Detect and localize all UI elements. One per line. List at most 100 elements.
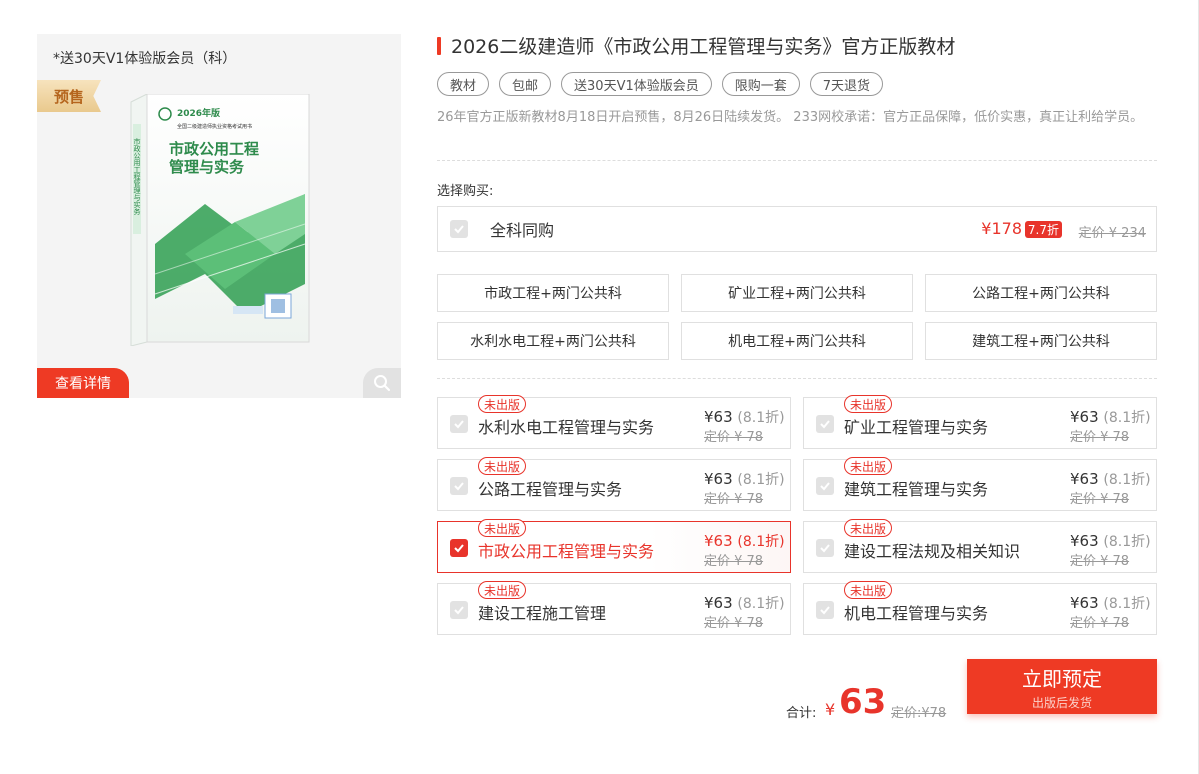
tag: 限购一套 [721,72,800,96]
discount-badge: 7.7折 [1024,221,1062,238]
book-cover-image: 市政公用工程管理与实务 2026年版 全国二级建造师执业资格考试用书 市政公用工… [130,94,310,346]
reserve-button-sublabel: 出版后发货 [1031,695,1092,710]
product-title: 2026二级建造师《市政公用工程管理与实务》官方正版教材 [451,36,956,58]
choose-label: 选择购买: [437,184,494,199]
subject-price: ¥63 (8.1折) [1070,470,1151,488]
unpublished-badge: 未出版 [478,457,527,475]
subject-original-price: 定价 ¥ 78 [1070,492,1130,507]
reserve-now-button[interactable]: 立即预定 出版后发货 [967,659,1157,714]
combo-option[interactable]: 建筑工程+两门公共科 [925,322,1157,360]
checkbox[interactable] [450,415,468,433]
title-accent-bar [437,37,441,55]
tag: 送30天V1体验版会员 [561,72,712,96]
subject-price: ¥63 (8.1折) [704,408,785,426]
presale-badge: 预售 [37,80,101,112]
subject-original-price: 定价 ¥ 78 [1070,616,1130,631]
check-icon [454,225,464,234]
subject-name: 公路工程管理与实务 [478,480,623,499]
combo-option[interactable]: 公路工程+两门公共科 [925,274,1157,312]
zoom-button[interactable] [363,368,401,398]
unpublished-badge: 未出版 [478,395,527,413]
unpublished-badge: 未出版 [478,581,527,599]
subject-original-price: 定价 ¥ 78 [704,492,764,507]
checkbox[interactable] [816,477,834,495]
subject-option[interactable]: 未出版 建设工程施工管理 ¥63 (8.1折) 定价 ¥ 78 [437,581,791,635]
reserve-button-label: 立即预定 [1022,666,1102,691]
total-label: 合计: [786,706,817,721]
tag: 7天退货 [809,72,884,96]
divider [437,160,1157,161]
subject-name: 市政公用工程管理与实务 [478,542,655,561]
checkbox[interactable] [816,415,834,433]
check-icon [820,420,830,429]
subject-original-price: 定价 ¥ 78 [704,430,764,445]
subject-name: 水利水电工程管理与实务 [478,418,655,437]
subject-price: ¥63 (8.1折) [1070,408,1151,426]
subject-price: ¥63 (8.1折) [704,532,785,550]
full-set-original-price: 定价 ¥ 234 [1078,226,1146,241]
subject-original-price: 定价 ¥ 78 [704,616,764,631]
combo-option[interactable]: 机电工程+两门公共科 [681,322,913,360]
subject-original-price: 定价 ¥ 78 [1070,554,1130,569]
svg-text:市政公用工程管理与实务: 市政公用工程管理与实务 [133,137,141,216]
product-description: 26年官方正版新教材8月18日开启预售，8月26日陆续发货。 233网校承诺：官… [437,110,1144,125]
tag: 教材 [437,72,490,96]
check-icon [454,606,464,615]
checkbox[interactable] [450,477,468,495]
total-original-price: 定价:¥78 [891,706,947,721]
unpublished-badge: 未出版 [844,457,893,475]
full-set-option[interactable]: 全科同购 ¥178 7.7折 定价 ¥ 234 [437,206,1157,252]
combo-option[interactable]: 矿业工程+两门公共科 [681,274,913,312]
divider [437,378,1157,379]
full-set-label: 全科同购 [490,221,555,240]
check-icon [820,544,830,553]
subject-original-price: 定价 ¥ 78 [704,554,764,569]
subject-option[interactable]: 未出版 公路工程管理与实务 ¥63 (8.1折) 定价 ¥ 78 [437,457,791,511]
total-currency: ¥ [825,700,836,719]
subject-name: 建筑工程管理与实务 [844,480,989,499]
unpublished-badge: 未出版 [844,395,893,413]
check-icon [454,544,464,553]
subject-original-price: 定价 ¥ 78 [1070,430,1130,445]
svg-text:2026年版: 2026年版 [177,107,220,119]
subject-option[interactable]: 未出版 水利水电工程管理与实务 ¥63 (8.1折) 定价 ¥ 78 [437,395,791,449]
product-tags: 教材 包邮 送30天V1体验版会员 限购一套 7天退货 [437,72,884,96]
checkbox[interactable] [450,220,468,238]
gift-note: *送30天V1体验版会员（科） [53,51,237,67]
subject-option[interactable]: 未出版 建筑工程管理与实务 ¥63 (8.1折) 定价 ¥ 78 [803,457,1157,511]
check-icon [454,420,464,429]
tag: 包邮 [499,72,552,96]
subject-name: 机电工程管理与实务 [844,604,989,623]
subject-option[interactable]: 未出版 建设工程法规及相关知识 ¥63 (8.1折) 定价 ¥ 78 [803,519,1157,573]
unpublished-badge: 未出版 [844,519,893,537]
checkbox[interactable] [450,601,468,619]
subject-price: ¥63 (8.1折) [704,470,785,488]
unpublished-badge: 未出版 [478,519,527,537]
checkbox[interactable] [816,539,834,557]
combo-option[interactable]: 市政工程+两门公共科 [437,274,669,312]
check-icon [820,606,830,615]
checkbox[interactable] [816,601,834,619]
search-icon [374,375,391,392]
total-amount: 63 [839,682,887,722]
subject-option[interactable]: 未出版 机电工程管理与实务 ¥63 (8.1折) 定价 ¥ 78 [803,581,1157,635]
unpublished-badge: 未出版 [844,581,893,599]
product-image-panel: *送30天V1体验版会员（科） 预售 市政公用工程管理与实务 2026年版 全国… [37,34,401,398]
subject-price: ¥63 (8.1折) [704,594,785,612]
check-icon [820,482,830,491]
combo-option[interactable]: 水利水电工程+两门公共科 [437,322,669,360]
svg-text:管理与实务: 管理与实务 [169,158,245,176]
view-detail-button[interactable]: 查看详情 [37,368,129,398]
subject-name: 建设工程施工管理 [478,604,607,623]
full-set-price: ¥178 [981,219,1022,238]
subject-price: ¥63 (8.1折) [1070,532,1151,550]
subject-price: ¥63 (8.1折) [1070,594,1151,612]
svg-text:全国二级建造师执业资格考试用书: 全国二级建造师执业资格考试用书 [177,123,252,130]
svg-text:市政公用工程: 市政公用工程 [169,140,259,158]
subject-option-selected[interactable]: 未出版 市政公用工程管理与实务 ¥63 (8.1折) 定价 ¥ 78 [437,519,791,573]
subject-name: 矿业工程管理与实务 [844,418,989,437]
check-icon [454,482,464,491]
checkbox-checked[interactable] [450,539,468,557]
subject-option[interactable]: 未出版 矿业工程管理与实务 ¥63 (8.1折) 定价 ¥ 78 [803,395,1157,449]
subject-name: 建设工程法规及相关知识 [844,542,1021,561]
